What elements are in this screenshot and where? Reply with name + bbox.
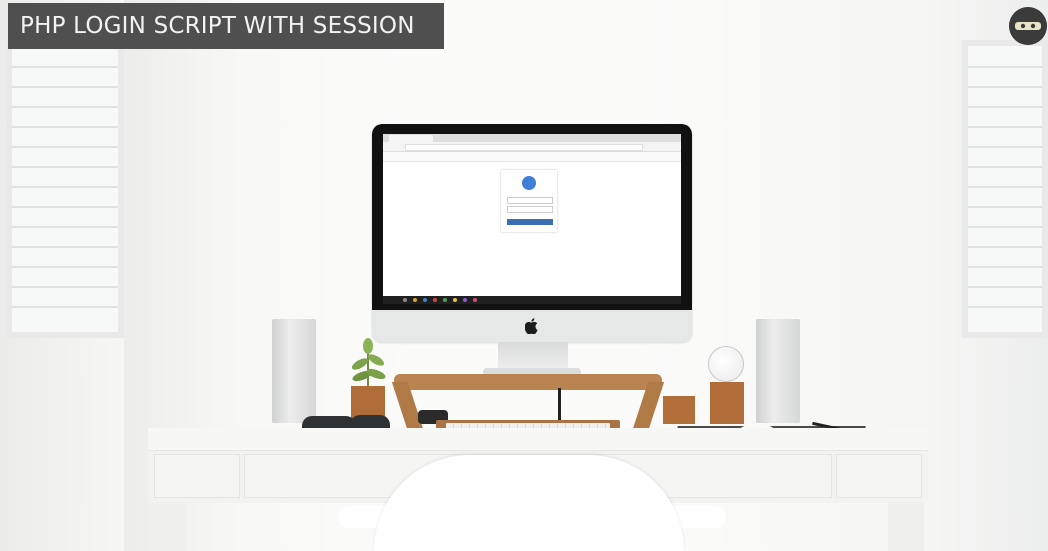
login-button[interactable] [507,219,553,225]
windows-taskbar [383,296,681,304]
imac-monitor [372,124,692,342]
ninja-mask-icon [1009,7,1047,45]
video-title-banner: PHP LOGIN SCRIPT WITH SESSION [8,3,444,49]
right-speaker [756,319,800,423]
taskbar-icon[interactable] [473,298,477,302]
light-bulb [708,346,744,382]
taskbar-icon[interactable] [403,298,407,302]
apple-logo-icon [525,318,538,334]
taskbar-icon[interactable] [443,298,447,302]
monitor-screen [383,134,681,304]
browser-tab[interactable] [389,135,433,142]
user-avatar-icon [522,176,536,190]
left-window [6,40,124,338]
video-title: PHP LOGIN SCRIPT WITH SESSION [20,13,415,39]
desk-leg [150,502,186,551]
cable [558,388,561,422]
lamp-base [710,382,744,424]
right-window [962,40,1048,338]
desk-drawer [154,454,240,498]
login-card [501,170,557,232]
address-bar[interactable] [405,144,643,151]
chair [374,455,684,551]
wooden-monitor-riser [394,374,662,390]
taskbar-icon[interactable] [463,298,467,302]
browser-tab-bar [383,134,681,142]
taskbar-icon[interactable] [423,298,427,302]
desk-leg [888,502,924,551]
wooden-block [663,396,695,424]
taskbar-icon[interactable] [453,298,457,302]
password-input[interactable] [507,206,553,213]
bookmark-bar [383,152,681,162]
monitor-stand [498,342,568,370]
left-speaker [272,319,316,423]
taskbar-icon[interactable] [413,298,417,302]
desk-drawer [836,454,922,498]
taskbar-icon[interactable] [433,298,437,302]
plant-icon [351,338,386,388]
desk-top [148,428,928,450]
username-input[interactable] [507,197,553,204]
channel-logo[interactable] [1009,7,1047,45]
monitor-chin [372,310,692,342]
